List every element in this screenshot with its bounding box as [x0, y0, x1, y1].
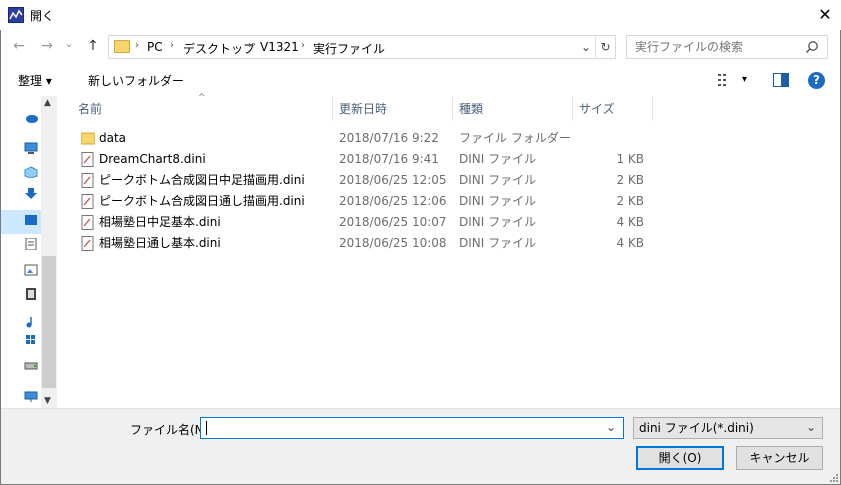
file-icon: [81, 152, 95, 167]
documents-icon[interactable]: [24, 237, 38, 251]
file-type-filter[interactable]: dini ファイル(*.dini): [633, 417, 823, 439]
help-button[interactable]: ?: [808, 72, 825, 89]
file-name: 相場塾日通し基本.dini: [99, 236, 221, 250]
forward-button[interactable]: →: [36, 36, 58, 56]
file-date: 2018/06/25 12:06: [339, 194, 447, 208]
windows-drive-icon[interactable]: [24, 334, 38, 346]
onedrive-icon[interactable]: [24, 112, 38, 124]
refresh-button[interactable]: ↻: [595, 35, 615, 59]
view-menu-dropdown[interactable]: ▾: [742, 74, 747, 85]
file-row[interactable]: ピークボトム合成図日中足描画用.dini 2018/06/25 12:05 DI…: [77, 170, 653, 191]
breadcrumb-current-folder[interactable]: 実行ファイル: [313, 40, 385, 57]
file-icon: [81, 194, 95, 209]
file-row[interactable]: DreamChart8.dini 2018/07/16 9:41 DINI ファ…: [77, 149, 653, 170]
up-button[interactable]: ↑: [84, 36, 102, 56]
column-header-size[interactable]: サイズ: [573, 97, 653, 121]
column-header-type[interactable]: 種類: [453, 97, 573, 121]
network-icon[interactable]: [24, 390, 38, 402]
folder-icon: [114, 40, 130, 53]
folder-icon: [80, 131, 96, 146]
file-name: ピークボトム合成図日中足描画用.dini: [99, 173, 305, 187]
filename-dropdown-button[interactable]: ⌄: [606, 420, 616, 434]
column-header-date[interactable]: 更新日時: [333, 97, 453, 121]
3d-objects-icon[interactable]: [24, 166, 38, 179]
scroll-down-arrow[interactable]: ▼: [44, 396, 51, 406]
file-row-data[interactable]: data 2018/07/16 9:22 ファイル フォルダー: [77, 128, 653, 149]
file-date: 2018/06/25 10:07: [339, 215, 447, 229]
pictures-icon[interactable]: [24, 264, 38, 276]
videos-icon[interactable]: [24, 288, 38, 300]
view-options-icon[interactable]: [718, 73, 734, 87]
breadcrumb-separator: ›: [135, 40, 139, 51]
file-size: 4 KB: [616, 215, 644, 229]
breadcrumb-v1321[interactable]: V1321: [260, 40, 299, 54]
cancel-button[interactable]: キャンセル: [736, 446, 823, 470]
this-pc-icon[interactable]: [24, 142, 38, 154]
file-size: 2 KB: [616, 194, 644, 208]
file-date: 2018/07/16 9:22: [339, 131, 439, 145]
file-date: 2018/06/25 12:05: [339, 173, 447, 187]
column-header-name[interactable]: 名前: [72, 97, 333, 121]
file-type: DINI ファイル: [459, 152, 537, 166]
filter-dropdown-button[interactable]: ⌄: [806, 420, 816, 434]
file-type: DINI ファイル: [459, 215, 537, 229]
file-size: 4 KB: [616, 236, 644, 250]
navigation-scrollbar-thumb[interactable]: [42, 256, 56, 388]
file-type-filter-value: dini ファイル(*.dini): [639, 421, 754, 435]
resize-grip-icon[interactable]: [828, 472, 838, 482]
app-icon: [8, 7, 24, 23]
file-type: ファイル フォルダー: [459, 131, 571, 145]
desktop-icon[interactable]: [24, 214, 38, 226]
file-name: 相場塾日中足基本.dini: [99, 215, 221, 229]
file-row[interactable]: ピークボトム合成図日通し描画用.dini 2018/06/25 12:06 DI…: [77, 191, 653, 212]
file-date: 2018/07/16 9:41: [339, 152, 439, 166]
file-type: DINI ファイル: [459, 173, 537, 187]
organize-menu[interactable]: 整理 ▾: [18, 72, 52, 89]
downloads-icon[interactable]: [24, 188, 38, 200]
file-icon: [81, 236, 95, 251]
window-title: 開く: [30, 9, 55, 23]
open-button[interactable]: 開く(O): [636, 446, 724, 470]
file-date: 2018/06/25 10:08: [339, 236, 447, 250]
address-dropdown-button[interactable]: ⌄: [576, 35, 596, 59]
file-type: DINI ファイル: [459, 236, 537, 250]
music-icon[interactable]: [24, 316, 38, 328]
text-caret: [206, 421, 207, 435]
file-name: DreamChart8.dini: [99, 152, 206, 166]
search-input[interactable]: [626, 35, 828, 59]
drive-icon[interactable]: [24, 360, 38, 372]
breadcrumb-separator: ›: [248, 40, 252, 51]
back-button[interactable]: ←: [8, 36, 30, 56]
file-size: 1 KB: [616, 152, 644, 166]
file-row[interactable]: 相場塾日中足基本.dini 2018/06/25 10:07 DINI ファイル…: [77, 212, 653, 233]
breadcrumb-desktop[interactable]: デスクトップ: [183, 40, 255, 57]
file-icon: [81, 173, 95, 188]
breadcrumb-separator: ›: [301, 40, 305, 51]
title-bar: [0, 0, 841, 30]
new-folder-button[interactable]: 新しいフォルダー: [88, 72, 184, 89]
file-row[interactable]: 相場塾日通し基本.dini 2018/06/25 10:08 DINI ファイル…: [77, 233, 653, 254]
close-button[interactable]: ✕: [811, 2, 839, 28]
file-type: DINI ファイル: [459, 194, 537, 208]
breadcrumb-separator: ›: [170, 40, 174, 51]
file-size: [577, 128, 644, 149]
file-name: data: [99, 131, 127, 145]
file-size: 2 KB: [616, 173, 644, 187]
scroll-up-arrow[interactable]: ▲: [44, 98, 51, 108]
recent-locations-button[interactable]: ⌄: [62, 34, 76, 54]
file-name: ピークボトム合成図日通し描画用.dini: [99, 194, 305, 208]
search-icon[interactable]: [805, 40, 819, 54]
breadcrumb-pc[interactable]: PC: [147, 40, 163, 54]
filename-input[interactable]: [200, 417, 624, 439]
preview-pane-icon[interactable]: [773, 73, 789, 87]
file-icon: [81, 215, 95, 230]
